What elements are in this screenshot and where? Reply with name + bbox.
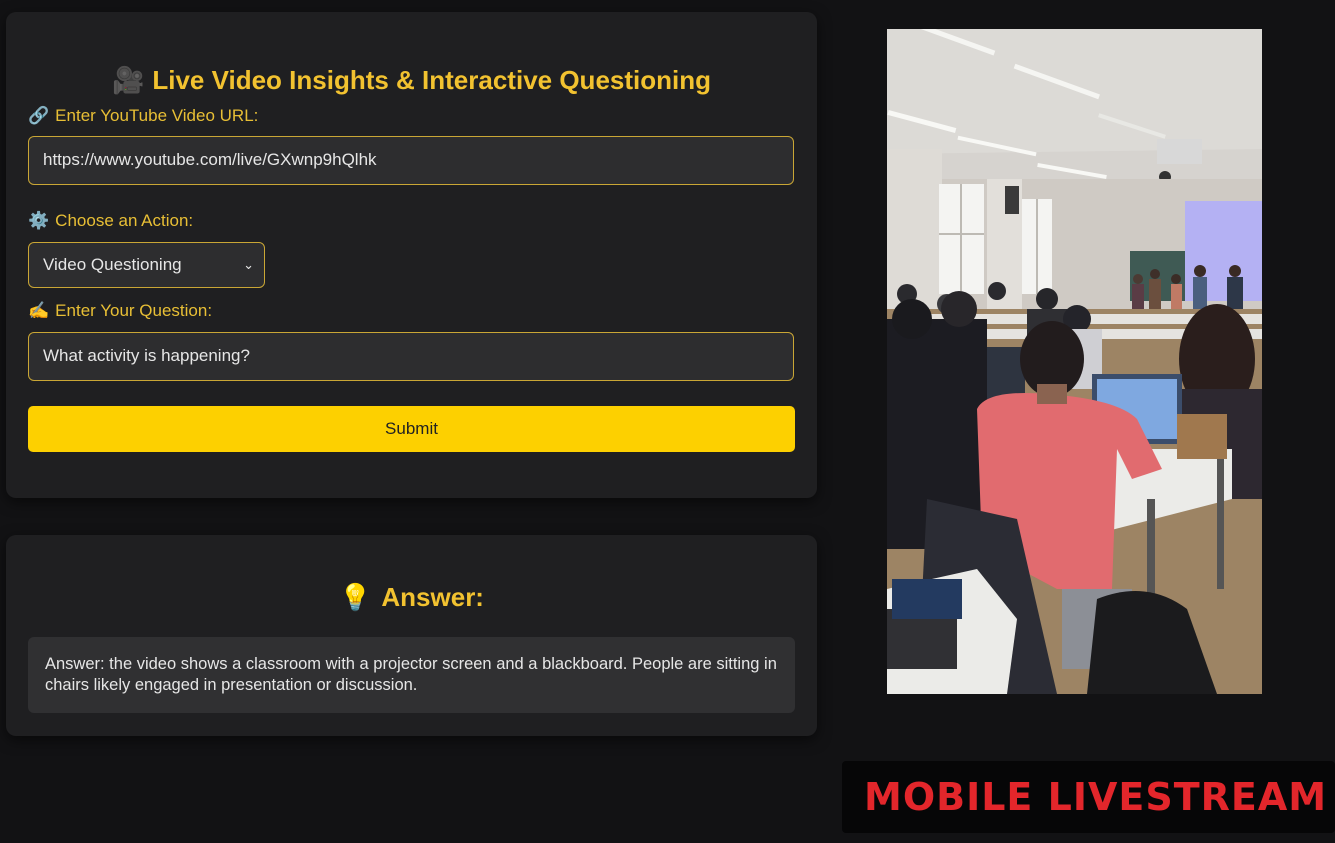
submit-button[interactable]: Submit xyxy=(28,406,795,452)
action-select-value: Video Questioning xyxy=(43,255,182,274)
answer-title: 💡 Answer: xyxy=(6,580,817,614)
answer-title-text: Answer: xyxy=(381,582,484,612)
url-label: 🔗 Enter YouTube Video URL: xyxy=(28,105,258,127)
question-label: ✍️ Enter Your Question: xyxy=(28,300,212,322)
answer-panel: 💡 Answer: Answer: the video shows a class… xyxy=(6,535,817,736)
url-input[interactable]: https://www.youtube.com/live/GXwnp9hQlhk xyxy=(28,136,794,185)
link-icon: 🔗 xyxy=(28,106,50,125)
question-input[interactable]: What activity is happening? xyxy=(28,332,794,381)
gear-icon: ⚙️ xyxy=(28,211,50,230)
writing-hand-icon: ✍️ xyxy=(28,301,50,320)
action-label: ⚙️ Choose an Action: xyxy=(28,210,193,232)
chevron-down-icon: ⌄ xyxy=(243,257,254,272)
classroom-video-image xyxy=(887,29,1262,694)
video-frame xyxy=(887,29,1262,694)
livestream-caption: MOBILE LIVESTREAM xyxy=(842,761,1335,833)
light-bulb-icon: 💡 xyxy=(339,582,372,612)
answer-text: Answer: the video shows a classroom with… xyxy=(28,637,795,713)
action-label-text: Choose an Action: xyxy=(55,211,194,230)
page-title-text: Live Video Insights & Interactive Questi… xyxy=(152,65,711,95)
question-form-panel: 🎥 Live Video Insights & Interactive Quest… xyxy=(6,12,817,498)
question-label-text: Enter Your Question: xyxy=(55,301,213,320)
url-label-text: Enter YouTube Video URL: xyxy=(55,106,259,125)
page-title: 🎥 Live Video Insights & Interactive Quest… xyxy=(6,64,817,96)
video-camera-icon: 🎥 xyxy=(111,65,145,95)
action-select[interactable]: Video Questioning ⌄ xyxy=(28,242,265,288)
